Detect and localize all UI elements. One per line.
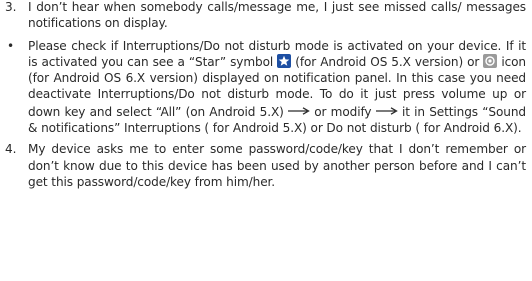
faq-answer-3: • Please check if Interruptions/Do not d…	[4, 38, 528, 137]
faq-question: My device asks me to enter some password…	[28, 142, 526, 189]
faq-question: I don’t hear when somebody calls/message…	[28, 0, 526, 31]
star-icon	[277, 53, 292, 68]
faq-item-4: 4. My device asks me to enter some passw…	[4, 141, 528, 190]
faq-page: 3. I don’t hear when somebody calls/mess…	[4, 0, 528, 190]
circle-icon	[483, 53, 498, 68]
faq-answer-text: Please check if Interruptions/Do not dis…	[28, 38, 526, 137]
item-number: 3.	[5, 0, 17, 14]
right-arrow-icon	[288, 103, 310, 119]
answer-text-part2: (for Android OS 5.X version) or	[295, 54, 480, 69]
answer-text-part4: or modify	[314, 104, 372, 119]
item-number: 4.	[5, 142, 17, 157]
right-arrow-icon	[375, 103, 398, 119]
bullet-marker: •	[7, 38, 15, 53]
faq-item-3: 3. I don’t hear when somebody calls/mess…	[4, 0, 528, 32]
